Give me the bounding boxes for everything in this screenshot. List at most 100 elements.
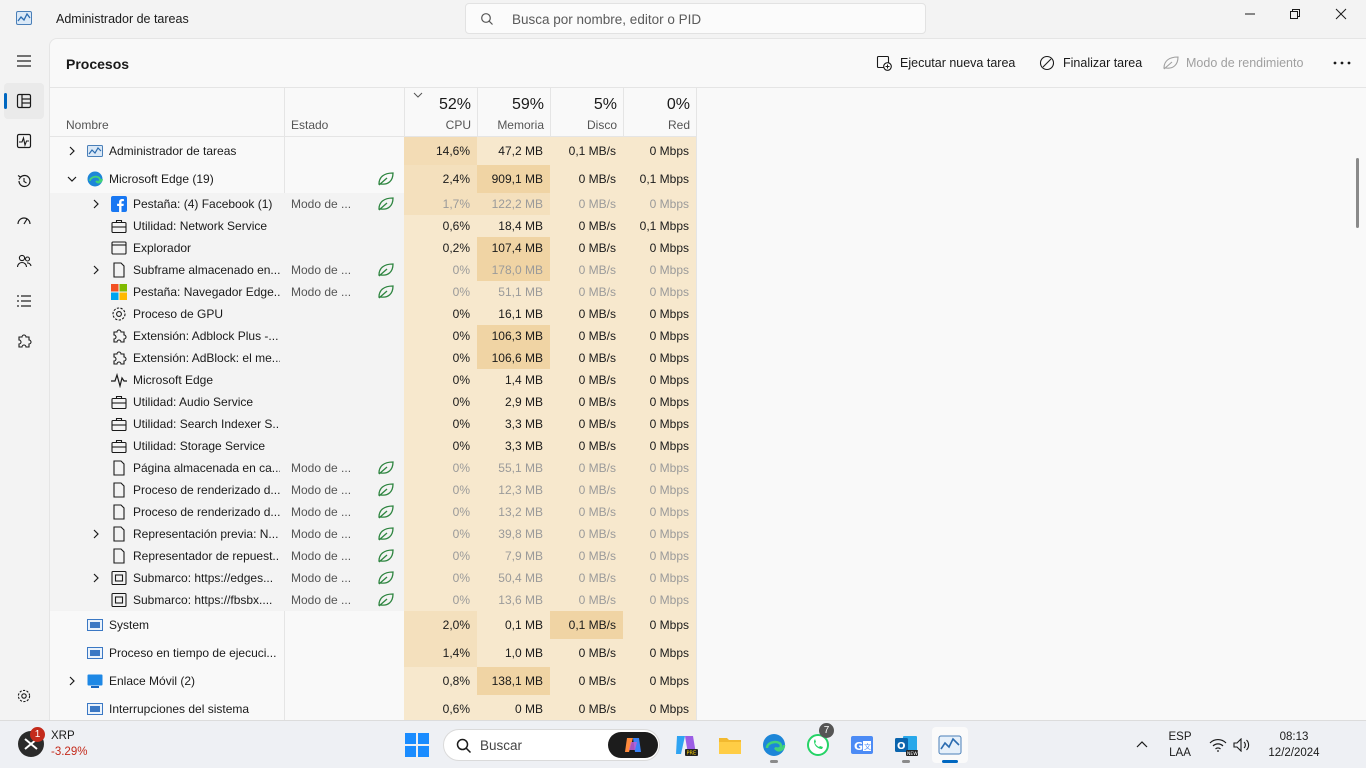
svg-text:文: 文 [864,742,871,751]
chevron-right-icon[interactable] [90,198,102,210]
main-panel: Procesos Ejecutar nueva tarea Finalizar … [49,38,1366,720]
column-header-cpu[interactable]: 52% CPU [404,88,477,137]
keyboard-layout[interactable]: LAA [1165,747,1195,759]
process-status: Modo de ... [291,505,352,519]
start-button[interactable] [399,727,435,763]
copilot-button[interactable] [608,732,658,758]
process-cpu-value: 2,0% [404,611,477,639]
process-row[interactable]: Pestaña: (4) Facebook (1) Modo de ... 1,7%… [50,193,696,215]
column-header-status[interactable]: Estado [284,88,404,137]
process-row[interactable]: Subframe almacenado en... Modo de ... 0% 17… [50,259,696,281]
clock-date[interactable]: 12/2/2024 [1262,747,1326,759]
clock-time[interactable]: 08:13 [1262,731,1326,743]
process-name-cell: Representador de repuest... [50,545,284,567]
process-row[interactable]: Representador de repuest... Modo de ... 0%… [50,545,696,567]
nav-item-processes[interactable] [4,83,44,119]
process-row[interactable]: Proceso en tiempo de ejecuci... 1,4% 1,0 M… [50,639,696,667]
process-row[interactable]: System 2,0% 0,1 MB 0,1 MB/s 0 Mbps [50,611,696,639]
process-disk-value: 0 MB/s [550,479,623,501]
process-row[interactable]: Explorador 0,2% 107,4 MB 0 MB/s 0 Mbps [50,237,696,259]
taskbar-app-outlook-new[interactable]: O NEW [888,727,924,763]
nav-item-startup[interactable] [4,203,44,239]
process-name-cell: Submarco: https://edges... [50,567,284,589]
process-cpu-value: 14,6% [404,137,477,165]
phone-link-icon [87,674,103,688]
process-row[interactable]: Utilidad: Storage Service 0% 3,3 MB 0 MB/s 0… [50,435,696,457]
nav-item-details[interactable] [4,283,44,319]
chevron-right-icon[interactable] [66,145,78,157]
process-name-cell: Proceso de GPU [50,303,284,325]
column-name-label: Nombre [66,118,109,132]
taskbar-search[interactable]: Buscar [443,729,660,761]
process-row[interactable]: Extensión: Adblock Plus -... 0% 106,3 MB 0 … [50,325,696,347]
chevron-down-icon[interactable] [66,173,78,185]
chevron-right-icon[interactable] [90,264,102,276]
process-row[interactable]: Proceso de renderizado d... Modo de ... 0%… [50,501,696,523]
briefcase-icon [111,417,127,432]
more-options-button[interactable] [1330,53,1354,73]
search-box[interactable]: Busca por nombre, editor o PID [465,3,926,34]
gear-icon [112,307,126,321]
leaf-icon [1163,56,1179,70]
process-status-cell [291,325,403,347]
process-row[interactable]: Enlace Móvil (2) 0,8% 138,1 MB 0 MB/s 0 Mbps [50,667,696,695]
memory-label: Memoria [497,118,544,132]
column-status-label: Estado [291,118,329,132]
taskbar-app-whatsapp[interactable]: 7 [800,723,836,763]
process-row[interactable]: Microsoft Edge (19) 2,4% 909,1 MB 0 MB/s 0,1… [50,165,696,193]
taskbar-app-file-explorer[interactable] [712,727,748,763]
process-row[interactable]: Interrupciones del sistema 0,6% 0 MB 0 MB/s… [50,695,696,720]
disk-total-percent: 5% [593,96,617,113]
process-row[interactable]: Utilidad: Network Service 0,6% 18,4 MB 0 MB… [50,215,696,237]
close-button[interactable] [1318,0,1364,30]
frame-icon [111,570,127,586]
process-row[interactable]: Pestaña: Navegador Edge... Modo de ... 0% 5… [50,281,696,303]
process-row[interactable]: Administrador de tareas 14,6% 47,2 MB 0,1 M… [50,137,696,165]
frame-icon [111,592,127,608]
taskbar-app-copilot-pre[interactable]: PRE [668,727,704,763]
taskbar-app-task-manager[interactable] [932,727,968,763]
column-header-network[interactable]: 0% Red [623,88,696,137]
process-mem-value: 47,2 MB [477,137,550,165]
nav-item-services[interactable] [4,323,44,359]
process-row[interactable]: Submarco: https://fbsbx.... Modo de ... 0%… [50,589,696,611]
column-header-disk[interactable]: 5% Disco [550,88,623,137]
process-row[interactable]: Proceso de GPU 0% 16,1 MB 0 MB/s 0 Mbps [50,303,696,325]
column-header-name[interactable]: Nombre [50,88,284,137]
process-row[interactable]: Extensión: AdBlock: el me... 0% 106,6 MB 0 … [50,347,696,369]
nav-menu-button[interactable] [4,43,44,79]
chevron-right-icon[interactable] [90,528,102,540]
process-cpu-value: 0% [404,589,477,611]
taskbar-app-edge[interactable] [756,727,792,763]
vertical-scrollbar[interactable] [1356,158,1359,228]
nav-item-history[interactable] [4,163,44,199]
process-row[interactable]: Utilidad: Search Indexer S... 0% 3,3 MB 0 M… [50,413,696,435]
process-cpu-value: 0% [404,435,477,457]
nav-item-settings[interactable] [4,678,44,714]
process-row[interactable]: Representación previa: N... Modo de ... 0%… [50,523,696,545]
process-row[interactable]: Microsoft Edge 0% 1,4 MB 0 MB/s 0 Mbps [50,369,696,391]
minimize-button[interactable] [1227,0,1273,30]
network-volume-tray[interactable] [1205,727,1255,763]
show-hidden-icons-button[interactable] [1126,727,1158,763]
process-row[interactable]: Utilidad: Audio Service 0% 2,9 MB 0 MB/s 0 M… [50,391,696,413]
language-code[interactable]: ESP [1165,731,1195,743]
process-net-value: 0 Mbps [623,193,696,215]
restore-button[interactable] [1272,0,1318,30]
process-name: Proceso de GPU [133,307,224,321]
process-disk-value: 0,1 MB/s [550,611,623,639]
details-list-icon [17,295,31,307]
process-status-cell: Modo de ... [291,457,403,479]
process-name-cell: Microsoft Edge (19) [50,165,284,193]
gear-icon [17,689,31,703]
process-disk-value: 0 MB/s [550,667,623,695]
taskbar-app-google-translate[interactable]: G文 [844,727,880,763]
nav-item-performance[interactable] [4,123,44,159]
process-row[interactable]: Submarco: https://edges... Modo de ... 0% 5… [50,567,696,589]
process-row[interactable]: Página almacenada en ca... Modo de ... 0% 5… [50,457,696,479]
column-header-memory[interactable]: 59% Memoria [477,88,550,137]
process-row[interactable]: Proceso de renderizado d... Modo de ... 0%… [50,479,696,501]
nav-item-users[interactable] [4,243,44,279]
chevron-right-icon[interactable] [90,572,102,584]
chevron-right-icon[interactable] [66,675,78,687]
